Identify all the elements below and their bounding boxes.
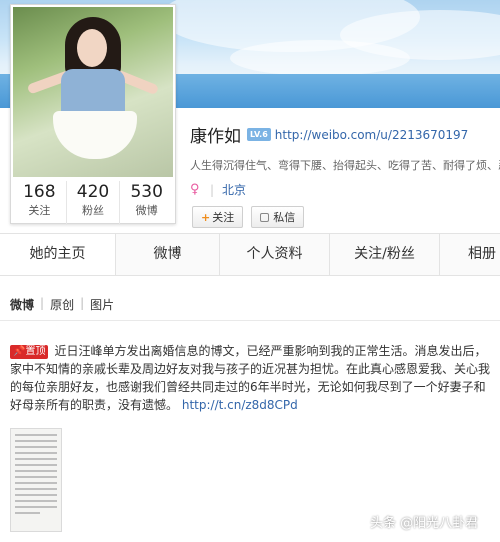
level-badge[interactable]: LV.6 xyxy=(247,128,271,141)
message-icon xyxy=(260,212,270,222)
message-button[interactable]: 私信 xyxy=(251,206,305,228)
tab-weibo[interactable]: 微博 xyxy=(116,234,220,275)
watermark: 头条 @阳光八卦君 xyxy=(370,512,478,531)
profile-info: 康作如 LV.6 http://weibo.com/u/2213670197 人… xyxy=(190,122,500,228)
watermark-text: 头条 @阳光八卦君 xyxy=(370,516,479,531)
tab-album[interactable]: 相册 xyxy=(440,234,500,275)
post-text-line: 家中不知情的亲戚长辈及周边好友对我与孩子的近况甚为担忧。在此真心感恩爱我、关心我 xyxy=(10,362,491,376)
profile-name: 康作如 xyxy=(190,127,241,147)
follow-button-label: 关注 xyxy=(212,211,235,224)
stat-followers-count: 420 xyxy=(76,182,110,202)
stat-followers-label: 粉丝 xyxy=(82,204,104,217)
feed-filter: 微博 | 原创 | 图片 xyxy=(10,296,114,313)
stat-posts[interactable]: 530 微博 xyxy=(120,181,173,225)
pinned-label: 置顶 xyxy=(25,346,46,357)
filter-pictures[interactable]: 图片 xyxy=(90,296,114,313)
gender-female-icon: ♀ xyxy=(190,182,200,197)
profile-url[interactable]: http://weibo.com/u/2213670197 xyxy=(275,128,469,142)
filter-weibo[interactable]: 微博 xyxy=(10,296,34,313)
post-text-line: 的每位亲朋好友，也感谢我们曾经共同走过的6年半时光，无论如何我尽到了一个好妻子和 xyxy=(10,380,486,394)
filter-divider: | xyxy=(40,296,45,310)
pin-icon: 📌 xyxy=(13,346,26,357)
message-button-label: 私信 xyxy=(273,211,296,224)
stat-following-label: 关注 xyxy=(28,204,51,217)
filter-original[interactable]: 原创 xyxy=(50,296,74,313)
profile-location[interactable]: 北京 xyxy=(222,181,246,198)
tab-follow-fans[interactable]: 关注/粉丝 xyxy=(330,234,440,275)
profile-stats: 168 关注 420 粉丝 530 微博 xyxy=(13,181,173,225)
stat-following[interactable]: 168 关注 xyxy=(13,181,67,225)
stat-followers[interactable]: 420 粉丝 xyxy=(67,181,121,225)
post-text-line: 好母亲所有的职责，没有遗憾。 xyxy=(10,398,179,412)
post-text-line: 近日汪峰单方发出离婚信息的博文，已经严重影响到我的正常生活。消息发出后， xyxy=(54,344,487,358)
post-image-thumbnail[interactable] xyxy=(10,428,62,532)
tab-profile[interactable]: 个人资料 xyxy=(220,234,330,275)
pinned-post: 📌置顶 近日汪峰单方发出离婚信息的博文，已经严重影响到我的正常生活。消息发出后， … xyxy=(10,342,500,414)
avatar[interactable] xyxy=(13,7,173,177)
location-divider: | xyxy=(210,182,215,197)
stat-posts-count: 530 xyxy=(130,182,163,202)
divider xyxy=(0,320,500,321)
profile-tabs: 她的主页 微博 个人资料 关注/粉丝 相册 xyxy=(0,233,500,276)
follow-button[interactable]: + 关注 xyxy=(192,206,244,228)
tab-home[interactable]: 她的主页 xyxy=(0,234,116,275)
stat-posts-label: 微博 xyxy=(135,204,158,217)
post-short-link[interactable]: http://t.cn/z8d8CPd xyxy=(182,398,298,412)
profile-intro: 人生得沉得住气、弯得下腰、抬得起头、吃得了苦、耐得了烦、忍 xyxy=(190,159,500,172)
stat-following-count: 168 xyxy=(23,182,56,202)
plus-icon: + xyxy=(201,210,211,224)
avatar-card: 168 关注 420 粉丝 530 微博 xyxy=(10,4,176,225)
pinned-badge: 📌置顶 xyxy=(10,345,49,359)
filter-divider: | xyxy=(80,296,85,310)
